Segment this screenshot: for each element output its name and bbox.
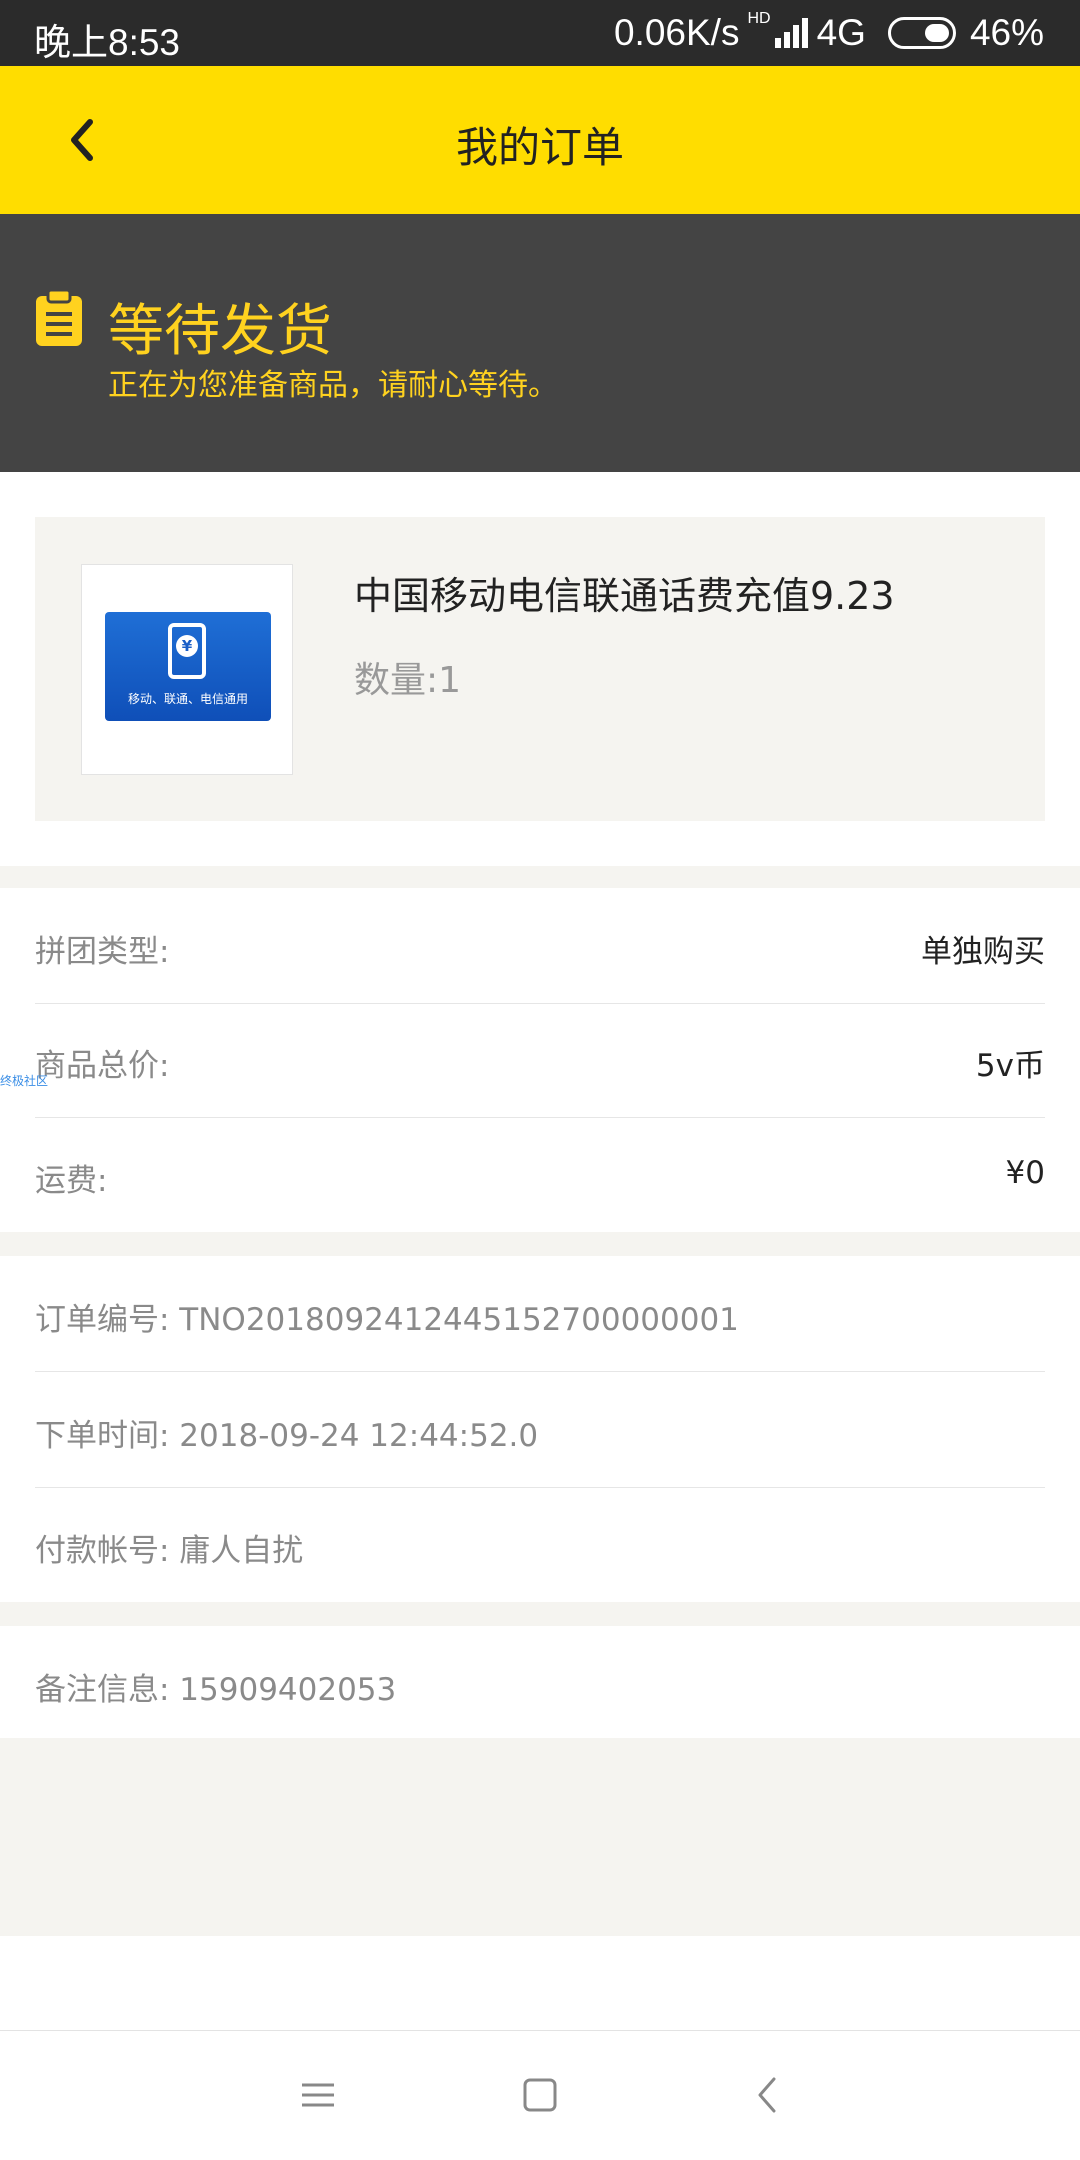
recharge-card-label: 移动、联通、电信通用 [127,692,248,706]
group-type-value: 单独购买 [921,934,1045,970]
shipping-label: 运费: [35,1163,108,1199]
battery-icon [887,17,956,49]
signal-icon [774,18,809,48]
home-button[interactable] [510,2065,570,2125]
recharge-card-image: ¥ 移动、联通、电信通用 [105,612,271,721]
bottom-filler [0,1738,1080,1936]
order-time: 下单时间: 2018-09-24 12:44:52.0 [35,1418,539,1454]
remark-info: 备注信息: 15909402053 [35,1672,397,1708]
product-card[interactable]: ¥ 移动、联通、电信通用 中国移动电信联通话费充值9.23 数量:1 [35,517,1045,821]
order-status-subtitle: 正在为您准备商品，请耐心等待。 [108,368,558,403]
status-right: 0.06K/s HD 4G 46% [613,10,1044,54]
shipping-value: ¥0 [1005,1155,1045,1191]
menu-button[interactable] [288,2065,348,2125]
payment-account-row: 付款帐号: 庸人自扰 [35,1487,1045,1603]
order-number-row: 订单编号: TNO2018092412445152700000001 [35,1256,1045,1372]
system-nav-bar [0,2030,1080,2160]
watermark: 终极社区 [0,1074,49,1088]
group-type-label: 拼团类型: [35,934,170,970]
shipping-row: 运费: ¥0 [35,1117,1045,1233]
battery-level: 46% [969,12,1044,53]
order-time-row: 下单时间: 2018-09-24 12:44:52.0 [35,1372,1045,1488]
network-type: 4G [816,12,866,53]
section-divider [0,1602,1080,1626]
system-back-button[interactable] [738,2065,798,2125]
order-number: 订单编号: TNO2018092412445152700000001 [35,1302,739,1338]
network-speed: 0.06K/s [613,12,740,53]
section-divider [0,866,1080,888]
section-divider [0,1232,1080,1256]
yen-icon: ¥ [176,635,198,657]
group-type-row: 拼团类型: 单独购买 [35,888,1045,1004]
order-status-title: 等待发货 [108,299,332,364]
hd-indicator: HD [747,10,771,27]
clipboard-icon [36,290,82,346]
product-name: 中国移动电信联通话费充值9.23 [354,574,895,618]
status-bar: 晚上8:53 0.06K/s HD 4G 46% [0,0,1080,66]
home-square-icon [523,2078,557,2112]
app-bar: 我的订单 [0,66,1080,214]
product-thumbnail: ¥ 移动、联通、电信通用 [81,564,293,775]
order-status-banner: 等待发货 正在为您准备商品，请耐心等待。 [0,214,1080,472]
total-price-label: 商品总价: [35,1048,170,1084]
menu-icon [302,2083,334,2107]
total-price-value: 5v币 [975,1048,1045,1084]
payment-account: 付款帐号: 庸人自扰 [35,1533,304,1569]
phone-icon: ¥ [168,623,206,679]
back-arrow-icon [758,2077,776,2113]
remark-row: 备注信息: 15909402053 [35,1626,1045,1738]
status-time: 晚上8:53 [34,22,181,63]
product-quantity: 数量:1 [354,660,462,701]
total-price-row: 商品总价: 5v币 [35,1002,1045,1118]
page-title: 我的订单 [455,123,624,172]
